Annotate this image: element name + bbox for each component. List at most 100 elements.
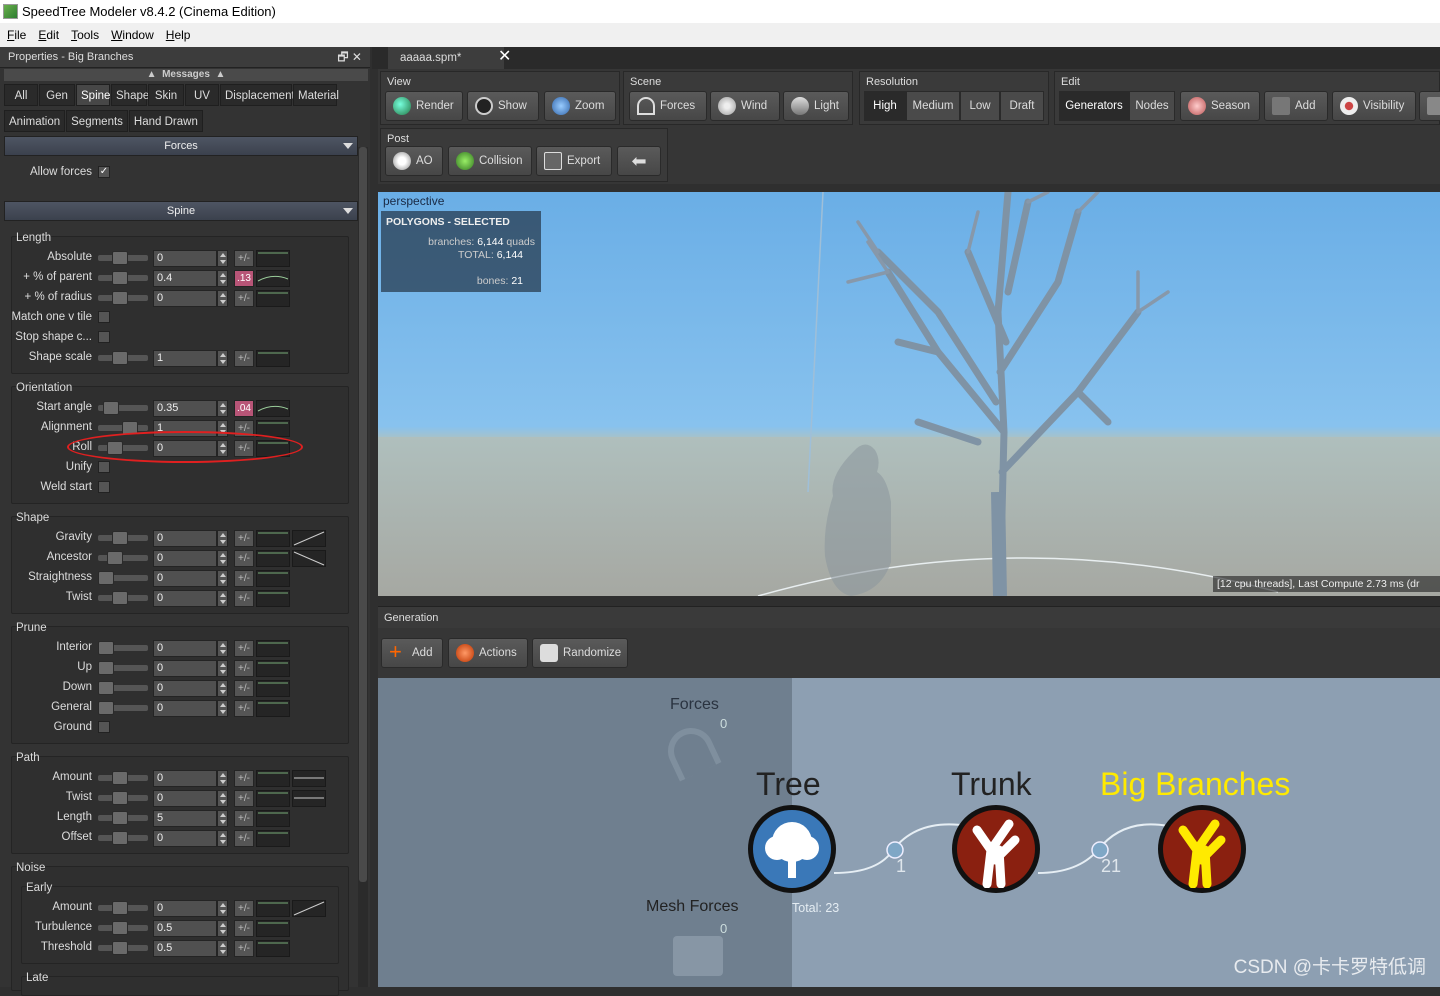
tab-spine[interactable]: Spine bbox=[76, 84, 110, 106]
curve-editor[interactable] bbox=[256, 940, 290, 957]
resolution-medium[interactable]: Medium bbox=[906, 91, 960, 121]
slider-knob[interactable] bbox=[112, 901, 128, 915]
wind-button[interactable]: Wind bbox=[710, 91, 780, 121]
property-slider[interactable] bbox=[98, 901, 148, 915]
spinner-arrows-icon[interactable] bbox=[217, 290, 228, 307]
curve-editor-2[interactable] bbox=[292, 790, 326, 807]
variance-button[interactable]: .13 bbox=[234, 270, 254, 287]
zoom-button[interactable]: Zoom bbox=[544, 91, 616, 121]
property-value-input[interactable]: 0.5 bbox=[153, 940, 217, 957]
tab-gen[interactable]: Gen bbox=[39, 84, 75, 106]
visibility-button[interactable]: Visibility bbox=[1332, 91, 1416, 121]
curve-editor[interactable] bbox=[256, 920, 290, 937]
curve-editor[interactable] bbox=[256, 350, 290, 367]
property-slider[interactable] bbox=[98, 271, 148, 285]
curve-editor[interactable] bbox=[256, 270, 290, 287]
spinner-arrows-icon[interactable] bbox=[217, 640, 228, 657]
resolution-draft[interactable]: Draft bbox=[1000, 91, 1044, 121]
curve-editor[interactable] bbox=[256, 790, 290, 807]
property-value-input[interactable]: 0 bbox=[153, 700, 217, 717]
property-slider[interactable] bbox=[98, 251, 148, 265]
property-value-input[interactable]: 0 bbox=[153, 550, 217, 567]
generation-node-graph[interactable]: Forces 0 Mesh Forces 0 1 21 Tree Trunk B… bbox=[378, 678, 1440, 987]
slider-knob[interactable] bbox=[112, 531, 128, 545]
property-slider[interactable] bbox=[98, 941, 148, 955]
curve-editor[interactable] bbox=[256, 700, 290, 717]
slider-knob[interactable] bbox=[112, 771, 128, 785]
property-slider[interactable] bbox=[98, 291, 148, 305]
slider-knob[interactable] bbox=[112, 811, 128, 825]
spinner-arrows-icon[interactable] bbox=[217, 530, 228, 547]
spinner-arrows-icon[interactable] bbox=[217, 550, 228, 567]
variance-button[interactable]: +/- bbox=[234, 700, 254, 717]
curve-editor[interactable] bbox=[256, 810, 290, 827]
edit-nodes-tab[interactable]: Nodes bbox=[1129, 91, 1175, 121]
weld-start-checkbox[interactable] bbox=[98, 481, 110, 493]
variance-button[interactable]: +/- bbox=[234, 550, 254, 567]
stop-shape-checkbox[interactable] bbox=[98, 331, 110, 343]
property-slider[interactable] bbox=[98, 831, 148, 845]
spinner-arrows-icon[interactable] bbox=[217, 400, 228, 417]
slider-knob[interactable] bbox=[98, 661, 114, 675]
big-branches-node[interactable] bbox=[1158, 805, 1246, 893]
slider-knob[interactable] bbox=[98, 681, 114, 695]
property-value-input[interactable]: 0 bbox=[153, 900, 217, 917]
close-icon[interactable]: ✕ bbox=[498, 47, 511, 67]
edit-generators-tab[interactable]: Generators bbox=[1059, 91, 1129, 121]
spinner-arrows-icon[interactable] bbox=[217, 350, 228, 367]
slider-knob[interactable] bbox=[107, 551, 123, 565]
panel-scrollbar[interactable] bbox=[358, 147, 368, 987]
variance-button[interactable]: +/- bbox=[234, 640, 254, 657]
show-button[interactable]: Show bbox=[467, 91, 539, 121]
property-value-input[interactable]: 0 bbox=[153, 770, 217, 787]
unify-checkbox[interactable] bbox=[98, 461, 110, 473]
variance-button[interactable]: +/- bbox=[234, 900, 254, 917]
property-value-input[interactable]: 5 bbox=[153, 810, 217, 827]
variance-button[interactable]: +/- bbox=[234, 770, 254, 787]
spinner-arrows-icon[interactable] bbox=[217, 940, 228, 957]
curve-editor-2[interactable] bbox=[292, 530, 326, 547]
curve-editor[interactable] bbox=[256, 250, 290, 267]
messages-bar[interactable]: ▲ Messages ▲ bbox=[4, 69, 368, 81]
property-value-input[interactable]: 0 bbox=[153, 590, 217, 607]
slider-knob[interactable] bbox=[112, 921, 128, 935]
section-forces[interactable]: Forces bbox=[4, 136, 358, 156]
allow-forces-checkbox[interactable]: ✓ bbox=[98, 166, 110, 178]
tab-hand-drawn[interactable]: Hand Drawn bbox=[128, 110, 203, 132]
curve-editor[interactable] bbox=[256, 770, 290, 787]
property-value-input[interactable]: 1 bbox=[153, 350, 217, 367]
forces-button[interactable]: Forces bbox=[629, 91, 707, 121]
ground-checkbox[interactable] bbox=[98, 721, 110, 733]
curve-editor[interactable] bbox=[256, 590, 290, 607]
curve-editor[interactable] bbox=[256, 640, 290, 657]
property-slider[interactable] bbox=[98, 701, 148, 715]
trunk-node[interactable] bbox=[952, 805, 1040, 893]
spinner-arrows-icon[interactable] bbox=[217, 920, 228, 937]
slider-knob[interactable] bbox=[112, 271, 128, 285]
variance-button[interactable]: +/- bbox=[234, 290, 254, 307]
menu-file[interactable]: File bbox=[0, 23, 31, 47]
spinner-arrows-icon[interactable] bbox=[217, 250, 228, 267]
collision-button[interactable]: Collision bbox=[448, 146, 532, 176]
property-slider[interactable] bbox=[98, 771, 148, 785]
resolution-low[interactable]: Low bbox=[960, 91, 1000, 121]
spinner-arrows-icon[interactable] bbox=[217, 790, 228, 807]
property-slider[interactable] bbox=[98, 921, 148, 935]
variance-button[interactable]: +/- bbox=[234, 810, 254, 827]
curve-editor[interactable] bbox=[256, 400, 290, 417]
gen-add-button[interactable]: + Add bbox=[381, 638, 443, 668]
property-value-input[interactable]: 0 bbox=[153, 680, 217, 697]
variance-button[interactable]: +/- bbox=[234, 570, 254, 587]
spinner-arrows-icon[interactable] bbox=[217, 570, 228, 587]
add-button[interactable]: Add bbox=[1264, 91, 1328, 121]
back-button[interactable]: ⬅ bbox=[617, 146, 661, 176]
slider-knob[interactable] bbox=[112, 351, 128, 365]
spinner-arrows-icon[interactable] bbox=[217, 270, 228, 287]
curve-editor[interactable] bbox=[256, 680, 290, 697]
curve-editor[interactable] bbox=[256, 830, 290, 847]
property-value-input[interactable]: 0 bbox=[153, 290, 217, 307]
more-tools-button[interactable] bbox=[1419, 91, 1440, 121]
variance-button[interactable]: +/- bbox=[234, 590, 254, 607]
variance-button[interactable]: +/- bbox=[234, 830, 254, 847]
menu-window[interactable]: Window bbox=[104, 23, 159, 47]
